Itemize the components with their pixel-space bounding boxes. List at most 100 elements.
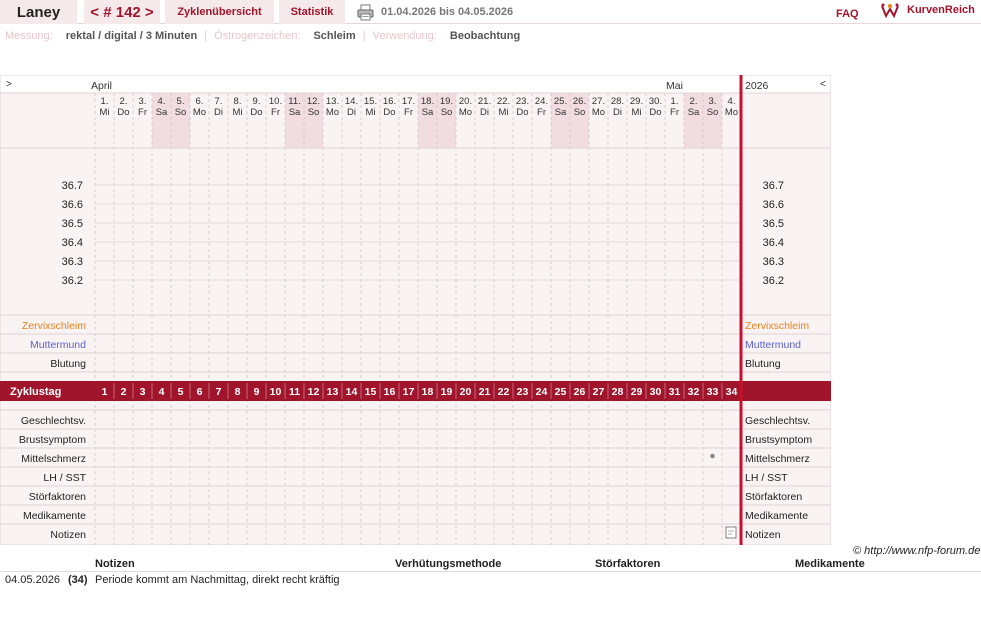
day-date-label[interactable]: 1.	[671, 96, 679, 107]
day-weekday-label[interactable]: Fr	[404, 107, 413, 118]
brand-name[interactable]: KurvenReich	[907, 4, 975, 16]
day-date-label[interactable]: 13.	[326, 96, 339, 107]
day-weekday-label[interactable]: Di	[214, 107, 223, 118]
symptom-row-label-right[interactable]: Medikamente	[745, 510, 808, 522]
day-weekday-label[interactable]: Mo	[193, 107, 206, 118]
symptom-row-label[interactable]: Medikamente	[23, 510, 86, 522]
nav-next-button[interactable]: <	[820, 79, 826, 90]
day-date-label[interactable]: 3.	[139, 96, 147, 107]
cycle-navigator[interactable]: < # 142 >	[84, 0, 160, 24]
symptom-row-label[interactable]: Geschlechtsv.	[21, 415, 86, 427]
day-weekday-label[interactable]: Fr	[670, 107, 679, 118]
day-date-label[interactable]: 29.	[630, 96, 643, 107]
cycle-day-number[interactable]: 28	[612, 386, 624, 398]
day-weekday-label[interactable]: Mo	[326, 107, 339, 118]
day-weekday-label[interactable]: Mo	[459, 107, 472, 118]
day-weekday-label[interactable]: Sa	[422, 107, 434, 118]
print-icon[interactable]	[357, 4, 374, 21]
cycle-day-number[interactable]: 21	[479, 386, 491, 398]
day-weekday-label[interactable]: So	[175, 107, 187, 118]
day-date-label[interactable]: 11.	[288, 96, 301, 107]
cycle-day-number[interactable]: 5	[178, 386, 184, 398]
symptom-row-label[interactable]: LH / SST	[43, 472, 86, 484]
day-date-label[interactable]: 7.	[215, 96, 223, 107]
day-date-label[interactable]: 25.	[554, 96, 567, 107]
day-weekday-label[interactable]: Fr	[271, 107, 280, 118]
cycle-day-number[interactable]: 17	[403, 386, 415, 398]
day-weekday-label[interactable]: Do	[383, 107, 395, 118]
symptom-row-label[interactable]: Störfaktoren	[29, 491, 86, 503]
cycle-day-number[interactable]: 24	[536, 386, 548, 398]
day-date-label[interactable]: 2.	[690, 96, 698, 107]
day-date-label[interactable]: 6.	[196, 96, 204, 107]
cycle-day-number[interactable]: 20	[460, 386, 472, 398]
day-date-label[interactable]: 5.	[177, 96, 185, 107]
day-weekday-label[interactable]: Sa	[688, 107, 700, 118]
day-date-label[interactable]: 4.	[728, 96, 736, 107]
cycle-day-number[interactable]: 9	[254, 386, 260, 398]
day-date-label[interactable]: 8.	[234, 96, 242, 107]
cycle-day-number[interactable]: 18	[422, 386, 434, 398]
day-weekday-label[interactable]: Di	[480, 107, 489, 118]
day-date-label[interactable]: 3.	[709, 96, 717, 107]
day-weekday-label[interactable]: So	[308, 107, 320, 118]
cycle-day-number[interactable]: 11	[289, 386, 300, 398]
day-weekday-label[interactable]: So	[441, 107, 453, 118]
tab-cycle-overview[interactable]: Zyklenübersicht	[165, 0, 274, 24]
day-weekday-label[interactable]: So	[574, 107, 586, 118]
day-weekday-label[interactable]: Do	[649, 107, 661, 118]
cycle-day-number[interactable]: 26	[574, 386, 586, 398]
day-date-label[interactable]: 14.	[345, 96, 358, 107]
day-date-label[interactable]: 23.	[516, 96, 529, 107]
day-weekday-label[interactable]: Sa	[156, 107, 168, 118]
day-weekday-label[interactable]: Sa	[555, 107, 567, 118]
day-date-label[interactable]: 9.	[253, 96, 261, 107]
symptom-row-label-right[interactable]: Störfaktoren	[745, 491, 802, 503]
faq-link[interactable]: FAQ	[836, 8, 859, 20]
observation-row-label[interactable]: Muttermund	[30, 339, 86, 351]
day-date-label[interactable]: 16.	[383, 96, 396, 107]
symptom-row-label-right[interactable]: Notizen	[745, 529, 781, 541]
note-icon[interactable]	[725, 526, 737, 539]
day-weekday-label[interactable]: Mi	[99, 107, 109, 118]
day-weekday-label[interactable]: Fr	[138, 107, 147, 118]
cycle-day-number[interactable]: 12	[308, 386, 320, 398]
day-date-label[interactable]: 10.	[269, 96, 282, 107]
observation-row-label[interactable]: Blutung	[50, 358, 86, 370]
day-date-label[interactable]: 19.	[440, 96, 453, 107]
cycle-day-number[interactable]: 19	[441, 386, 453, 398]
day-date-label[interactable]: 2.	[120, 96, 128, 107]
observation-row-label-right[interactable]: Muttermund	[745, 339, 801, 351]
observation-row-label[interactable]: Zervixschleim	[22, 320, 86, 332]
cycle-day-number[interactable]: 3	[140, 386, 146, 398]
day-date-label[interactable]: 21.	[478, 96, 491, 107]
cycle-day-number[interactable]: 6	[197, 386, 203, 398]
day-weekday-label[interactable]: Mi	[631, 107, 641, 118]
day-date-label[interactable]: 18.	[421, 96, 434, 107]
symptom-row-label-right[interactable]: Brustsymptom	[745, 434, 812, 446]
note-text[interactable]: Periode kommt am Nachmittag, direkt rech…	[95, 574, 340, 586]
day-date-label[interactable]: 28.	[611, 96, 624, 107]
day-weekday-label[interactable]: Di	[613, 107, 622, 118]
tab-statistics[interactable]: Statistik	[279, 0, 345, 24]
day-date-label[interactable]: 24.	[535, 96, 548, 107]
cycle-day-number[interactable]: 32	[688, 386, 700, 398]
day-date-label[interactable]: 15.	[364, 96, 377, 107]
cycle-day-number[interactable]: 8	[235, 386, 241, 398]
cycle-day-number[interactable]: 33	[707, 386, 719, 398]
symptom-row-label[interactable]: Notizen	[50, 529, 86, 541]
copyright[interactable]: © http://www.nfp-forum.de	[853, 545, 980, 557]
cycle-day-number[interactable]: 7	[216, 386, 222, 398]
day-weekday-label[interactable]: Do	[250, 107, 262, 118]
kurvenreich-logo-icon[interactable]	[880, 2, 900, 20]
cycle-day-number[interactable]: 29	[631, 386, 643, 398]
cycle-day-number[interactable]: 23	[517, 386, 529, 398]
day-weekday-label[interactable]: Mi	[232, 107, 242, 118]
day-weekday-label[interactable]: Mo	[592, 107, 605, 118]
cycle-day-number[interactable]: 14	[346, 386, 358, 398]
symptom-row-label-right[interactable]: Geschlechtsv.	[745, 415, 810, 427]
day-weekday-label[interactable]: So	[707, 107, 719, 118]
symptom-row-label-right[interactable]: LH / SST	[745, 472, 788, 484]
cycle-day-number[interactable]: 30	[650, 386, 662, 398]
symptom-row-label[interactable]: Brustsymptom	[19, 434, 86, 446]
